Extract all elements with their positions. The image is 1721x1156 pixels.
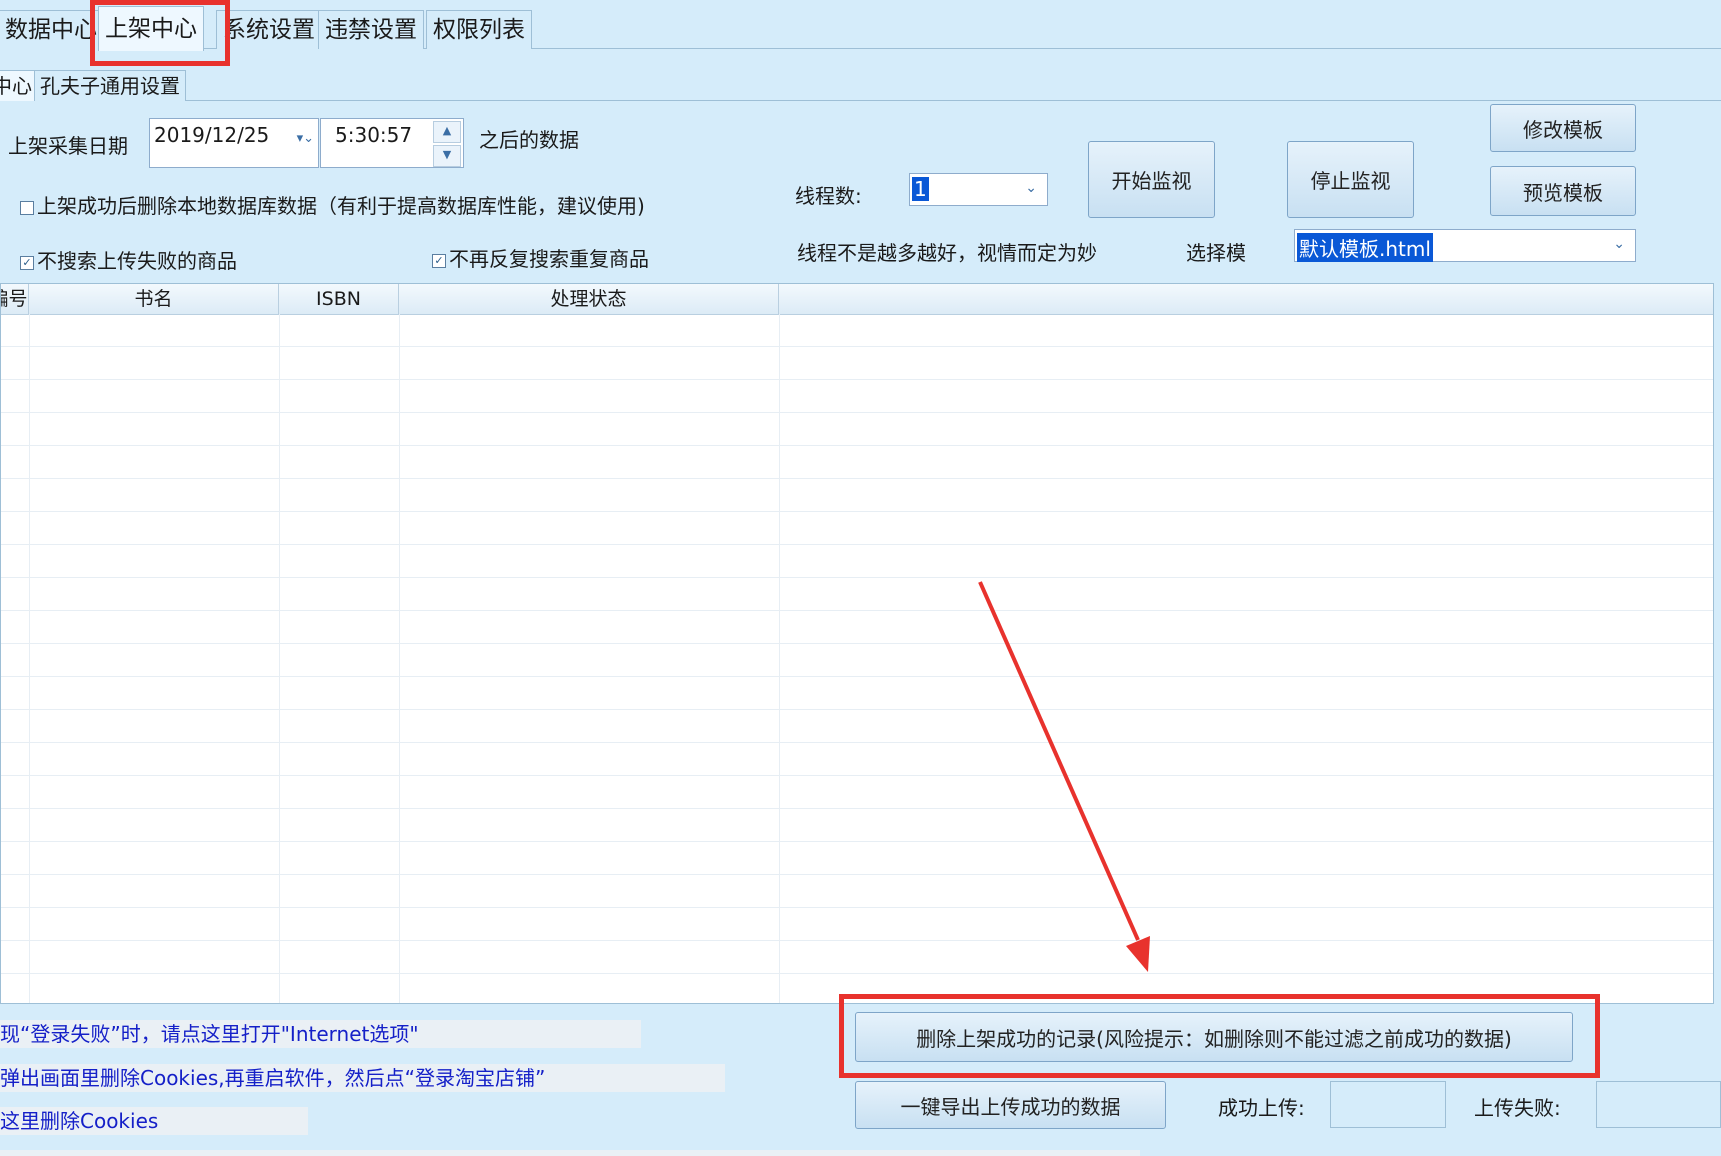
column-divider (399, 314, 400, 1003)
skip-failed-option[interactable]: ✓ 不搜索上传失败的商品 (20, 245, 237, 274)
hint-strip (0, 1150, 1140, 1156)
table-header: 编号 书名 ISBN 处理状态 (1, 284, 1713, 315)
template-value: 默认模板.html (1297, 233, 1433, 262)
checkbox-checked-icon[interactable]: ✓ (432, 253, 446, 268)
success-count-label: 成功上传: (1218, 1096, 1305, 1120)
thread-label: 线程数: (795, 184, 862, 208)
thread-tip: 线程不是越多越好，视情而定为妙 (797, 241, 1097, 265)
edit-template-button[interactable]: 修改模板 (1490, 104, 1636, 152)
export-success-button[interactable]: 一键导出上传成功的数据 (855, 1081, 1166, 1129)
column-divider (779, 314, 780, 1003)
start-monitor-button[interactable]: 开始监视 (1088, 141, 1215, 218)
failed-count-box (1596, 1081, 1721, 1128)
tab-listing-center[interactable]: 上架中心 (98, 6, 204, 51)
thread-count-value: 1 (912, 177, 929, 201)
checkbox-checked-icon[interactable]: ✓ (20, 255, 34, 270)
date-picker[interactable]: 2019/12/25 ▾⌄ (149, 118, 319, 168)
thread-count-select[interactable]: 1 ⌄ (909, 173, 1048, 206)
column-header-extra[interactable] (779, 284, 1713, 314)
date-label: 上架采集日期 (8, 134, 128, 158)
date-value: 2019/12/25 (154, 123, 270, 147)
time-value: 5:30:57 (335, 123, 413, 147)
chevron-down-icon[interactable]: ⌄ (1613, 236, 1625, 252)
column-header-title[interactable]: 书名 (29, 284, 279, 314)
table-body (1, 314, 1713, 1003)
column-header-isbn[interactable]: ISBN (279, 284, 399, 314)
tab-data-center[interactable]: 数据中心 (0, 10, 104, 49)
tab-permission-list[interactable]: 权限列表 (426, 10, 532, 49)
column-divider (29, 314, 30, 1003)
failed-count-label: 上传失败: (1474, 1096, 1561, 1120)
subtab-kongfuzi-settings[interactable]: 孔夫子通用设置 (34, 70, 186, 101)
delete-local-option[interactable]: 上架成功后删除本地数据库数据（有利于提高数据库性能，建议使用) (20, 190, 645, 219)
spin-down-icon[interactable]: ▼ (433, 145, 461, 167)
checkbox-unchecked-icon[interactable] (20, 200, 34, 215)
hint-login-failed-link[interactable]: 现“登录失败”时，请点这里打开"Internet选项" (0, 1020, 641, 1048)
hint-delete-cookies: 弹出画面里删除Cookies,再重启软件，然后点“登录淘宝店铺” (0, 1064, 725, 1092)
subtab-center[interactable]: 中心 (0, 70, 38, 101)
time-picker[interactable]: 5:30:57 ▲ ▼ (320, 118, 464, 168)
tab-prohibited-settings[interactable]: 违禁设置 (318, 10, 424, 49)
hint-here-delete-cookies-link[interactable]: 这里删除Cookies (0, 1107, 308, 1135)
column-divider (279, 314, 280, 1003)
column-header-status[interactable]: 处理状态 (399, 284, 779, 314)
chevron-down-icon[interactable]: ⌄ (1025, 180, 1037, 196)
skip-duplicate-option[interactable]: ✓ 不再反复搜索重复商品 (432, 243, 649, 272)
chevron-down-icon[interactable]: ▾⌄ (297, 131, 314, 146)
column-header-id[interactable]: 编号 (1, 284, 29, 314)
template-label: 选择模 (1186, 241, 1246, 265)
listing-table[interactable]: 编号 书名 ISBN 处理状态 (0, 283, 1714, 1004)
success-count-box (1330, 1081, 1446, 1128)
spin-up-icon[interactable]: ▲ (433, 121, 461, 143)
stop-monitor-button[interactable]: 停止监视 (1287, 141, 1414, 218)
preview-template-button[interactable]: 预览模板 (1490, 166, 1636, 216)
delete-success-records-button[interactable]: 删除上架成功的记录(风险提示：如删除则不能过滤之前成功的数据) (855, 1012, 1573, 1062)
sub-tabs-baseline (0, 100, 1721, 101)
after-label: 之后的数据 (479, 128, 579, 152)
template-select[interactable]: 默认模板.html ⌄ (1294, 229, 1636, 262)
tab-system-settings[interactable]: 系统设置 (216, 10, 322, 49)
